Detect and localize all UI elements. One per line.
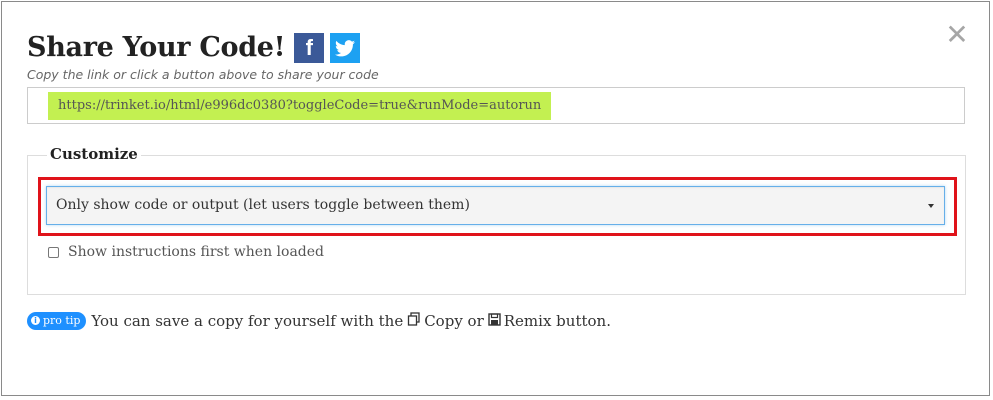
pro-tip-row: i pro tip You can save a copy for yourse… [27,311,611,330]
pro-tip-text: You can save a copy for yourself with th… [91,311,404,330]
copy-icon [407,311,421,330]
customize-legend: Customize [47,145,141,163]
pro-tip-badge-label: pro tip [43,314,81,327]
copy-label: Copy or [424,311,484,330]
save-icon [488,311,501,330]
share-instructions: Copy the link or click a button above to… [27,67,379,82]
info-icon: i [31,316,40,325]
twitter-share-icon[interactable] [330,33,361,63]
remix-label: Remix button. [503,311,611,330]
chevron-down-icon [928,204,934,208]
title-row: Share Your Code! f [27,30,361,66]
pro-tip-badge: i pro tip [27,311,87,330]
share-link-field[interactable]: https://trinket.io/html/e996dc0380?toggl… [27,87,965,124]
close-icon[interactable]: ✕ [944,20,970,50]
modal-title: Share Your Code! [27,32,286,63]
display-mode-selected-value: Only show code or output (let users togg… [56,197,470,213]
show-instructions-label[interactable]: Show instructions first when loaded [68,244,324,260]
display-mode-select[interactable]: Only show code or output (let users togg… [46,186,945,225]
show-instructions-row[interactable]: Show instructions first when loaded [48,244,324,260]
facebook-share-icon[interactable]: f [294,33,325,63]
show-instructions-checkbox[interactable] [48,246,59,258]
share-link-url[interactable]: https://trinket.io/html/e996dc0380?toggl… [48,92,552,120]
